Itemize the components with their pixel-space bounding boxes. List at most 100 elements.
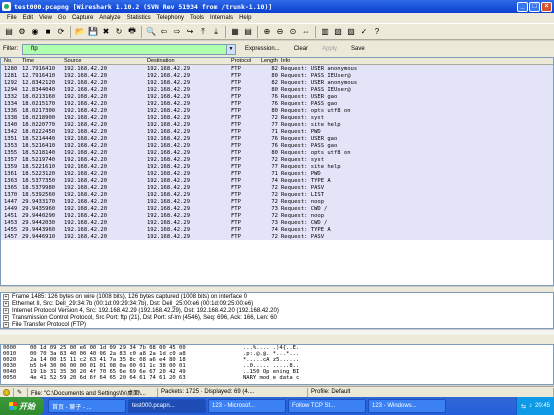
close-button[interactable]: ×: [541, 1, 552, 12]
display-filters-icon[interactable]: ▧: [332, 26, 344, 38]
normal-size-icon[interactable]: ⊙: [287, 26, 299, 38]
packet-details-pane[interactable]: + Frame 1485: 126 bytes on wire (1008 bit…: [0, 292, 554, 329]
apply-button[interactable]: Apply: [317, 46, 342, 52]
volume-icon[interactable]: ♪: [529, 403, 532, 409]
chevron-down-icon[interactable]: ▼: [226, 44, 235, 54]
table-row[interactable]: 1353 18.5216410 192.168.42.20 192.168.42.29…: [1, 142, 553, 149]
zoom-out-icon[interactable]: ⊖: [274, 26, 286, 38]
expand-icon[interactable]: +: [3, 321, 9, 328]
menu-telephony[interactable]: Telephony: [154, 15, 187, 21]
table-row[interactable]: 1340 18.0220770 192.168.42.20 192.168.42.29…: [1, 121, 553, 128]
table-row[interactable]: 1338 18.0218900 192.168.42.20 192.168.42.29…: [1, 114, 553, 121]
find-packet-icon[interactable]: 🔍: [145, 26, 157, 38]
restart-capture-icon[interactable]: ⟳: [55, 26, 67, 38]
column-header-info[interactable]: Info: [281, 58, 553, 64]
column-header-destination[interactable]: Destination: [147, 58, 231, 64]
minimize-button[interactable]: _: [517, 1, 528, 12]
table-row[interactable]: 1280 12.7916410 192.168.42.20 192.168.42.29…: [1, 65, 553, 72]
column-header-length[interactable]: Length: [261, 58, 281, 64]
go-last-icon[interactable]: ⤓: [210, 26, 222, 38]
go-back-icon[interactable]: ⇦: [158, 26, 170, 38]
table-row[interactable]: 1453 29.9442030 192.168.42.20 192.168.42.29…: [1, 219, 553, 226]
table-row[interactable]: 1451 29.9440290 192.168.42.20 192.168.42.29…: [1, 212, 553, 219]
table-row[interactable]: 1457 29.9446910 192.168.42.20 192.168.42.29…: [1, 233, 553, 240]
detail-tree-item[interactable]: + Transmission Control Protocol, Src Port…: [1, 314, 553, 321]
reload-icon[interactable]: ↻: [113, 26, 125, 38]
capture-options-icon[interactable]: ⚙: [16, 26, 28, 38]
menu-help[interactable]: Help: [236, 15, 254, 21]
table-row[interactable]: 1370 18.5392560 192.168.42.20 192.168.42.29…: [1, 191, 553, 198]
preferences-icon[interactable]: ✓: [358, 26, 370, 38]
table-row[interactable]: 1342 18.0222450 192.168.42.20 192.168.42.29…: [1, 128, 553, 135]
capture-comment-icon[interactable]: ✎: [14, 387, 28, 397]
maximize-button[interactable]: □: [529, 1, 540, 12]
table-row[interactable]: 1281 12.7916410 192.168.42.20 192.168.42.29…: [1, 72, 553, 79]
menu-go[interactable]: Go: [55, 15, 69, 21]
table-row[interactable]: 1359 18.5221610 192.168.42.20 192.168.42.29…: [1, 163, 553, 170]
menu-file[interactable]: File: [4, 15, 20, 21]
menu-capture[interactable]: Capture: [69, 15, 96, 21]
print-icon[interactable]: 🖶: [126, 26, 138, 38]
menu-statistics[interactable]: Statistics: [124, 15, 154, 21]
capture-filters-icon[interactable]: ▥: [319, 26, 331, 38]
detail-tree-item[interactable]: + Ethernet II, Src: Dell_29:34:7b (00:1d:…: [1, 300, 553, 307]
expand-icon[interactable]: +: [3, 293, 9, 300]
table-row[interactable]: 1332 18.0213160 192.168.42.20 192.168.42.29…: [1, 93, 553, 100]
open-file-icon[interactable]: 📂: [74, 26, 86, 38]
detail-tree-item[interactable]: + Internet Protocol Version 4, Src: 192.1…: [1, 307, 553, 314]
go-to-packet-icon[interactable]: ↪: [184, 26, 196, 38]
save-file-icon[interactable]: 💾: [87, 26, 99, 38]
taskbar-task-button[interactable]: test000.pcapn...: [128, 399, 206, 413]
stop-capture-icon[interactable]: ■: [42, 26, 54, 38]
clear-button[interactable]: Clear: [289, 46, 313, 52]
table-row[interactable]: 1336 18.0217300 192.168.42.20 192.168.42.29…: [1, 107, 553, 114]
interface-list-icon[interactable]: ▤: [3, 26, 15, 38]
detail-tree-item[interactable]: + Frame 1485: 126 bytes on wire (1008 bit…: [1, 293, 553, 300]
go-forward-icon[interactable]: ⇨: [171, 26, 183, 38]
start-button[interactable]: 开始: [0, 397, 44, 415]
expand-icon[interactable]: +: [3, 307, 9, 314]
column-header-time[interactable]: Time: [22, 58, 64, 64]
taskbar-task-button[interactable]: 123 - Windows...: [368, 399, 446, 413]
expand-icon[interactable]: +: [3, 314, 9, 321]
table-row[interactable]: 1449 29.9435960 192.168.42.20 192.168.42.29…: [1, 205, 553, 212]
column-header-source[interactable]: Source: [64, 58, 147, 64]
table-row[interactable]: 1355 18.5218140 192.168.42.20 192.168.42.29…: [1, 149, 553, 156]
expand-icon[interactable]: +: [3, 300, 9, 307]
menu-view[interactable]: View: [36, 15, 55, 21]
column-header-protocol[interactable]: Protocol: [231, 58, 261, 64]
menu-edit[interactable]: Edit: [20, 15, 36, 21]
menu-internals[interactable]: Internals: [207, 15, 236, 21]
taskbar-task-button[interactable]: Follow TCP St...: [288, 399, 366, 413]
taskbar-task-button[interactable]: 123 - Microsof...: [208, 399, 286, 413]
colorize-icon[interactable]: ▦: [229, 26, 241, 38]
taskbar-task-button[interactable]: 首页 - 聊子 - ...: [48, 399, 126, 413]
auto-scroll-icon[interactable]: ▤: [242, 26, 254, 38]
table-row[interactable]: 1365 18.5379980 192.168.42.20 192.168.42.29…: [1, 184, 553, 191]
help-icon[interactable]: ?: [371, 26, 383, 38]
table-row[interactable]: 1294 12.8344040 192.168.42.20 192.168.42.29…: [1, 86, 553, 93]
menu-tools[interactable]: Tools: [187, 15, 207, 21]
table-row[interactable]: 1334 18.0215170 192.168.42.20 192.168.42.29…: [1, 100, 553, 107]
table-row[interactable]: 1351 18.5214440 192.168.42.20 192.168.42.29…: [1, 135, 553, 142]
packet-list-pane[interactable]: No. Time Source Destination Protocol Len…: [0, 57, 554, 286]
coloring-rules-icon[interactable]: ▨: [345, 26, 357, 38]
menu-analyze[interactable]: Analyze: [96, 15, 123, 21]
resize-columns-icon[interactable]: ⇔: [300, 26, 312, 38]
go-first-icon[interactable]: ⤒: [197, 26, 209, 38]
hex-row[interactable]: 0050 4e 41 52 59 20 6d 6f 64 65 20 64 61 …: [1, 375, 553, 381]
start-capture-icon[interactable]: ◉: [29, 26, 41, 38]
expert-info-icon[interactable]: [0, 387, 14, 397]
network-icon[interactable]: ⇆: [521, 403, 526, 410]
table-row[interactable]: 1361 18.5223120 192.168.42.20 192.168.42.29…: [1, 170, 553, 177]
expression-button[interactable]: Expression...: [240, 46, 285, 52]
pane-splitter-2[interactable]: [0, 335, 554, 344]
table-row[interactable]: 1357 18.5219740 192.168.42.20 192.168.42.29…: [1, 156, 553, 163]
detail-tree-item[interactable]: + File Transfer Protocol (FTP): [1, 321, 553, 328]
table-row[interactable]: 1447 29.9433170 192.168.42.20 192.168.42.29…: [1, 198, 553, 205]
close-file-icon[interactable]: ✖: [100, 26, 112, 38]
status-profile[interactable]: Profile: Default: [308, 387, 554, 397]
zoom-in-icon[interactable]: ⊕: [261, 26, 273, 38]
table-row[interactable]: 1292 12.8342120 192.168.42.20 192.168.42.29…: [1, 79, 553, 86]
column-header-no[interactable]: No.: [4, 58, 22, 64]
